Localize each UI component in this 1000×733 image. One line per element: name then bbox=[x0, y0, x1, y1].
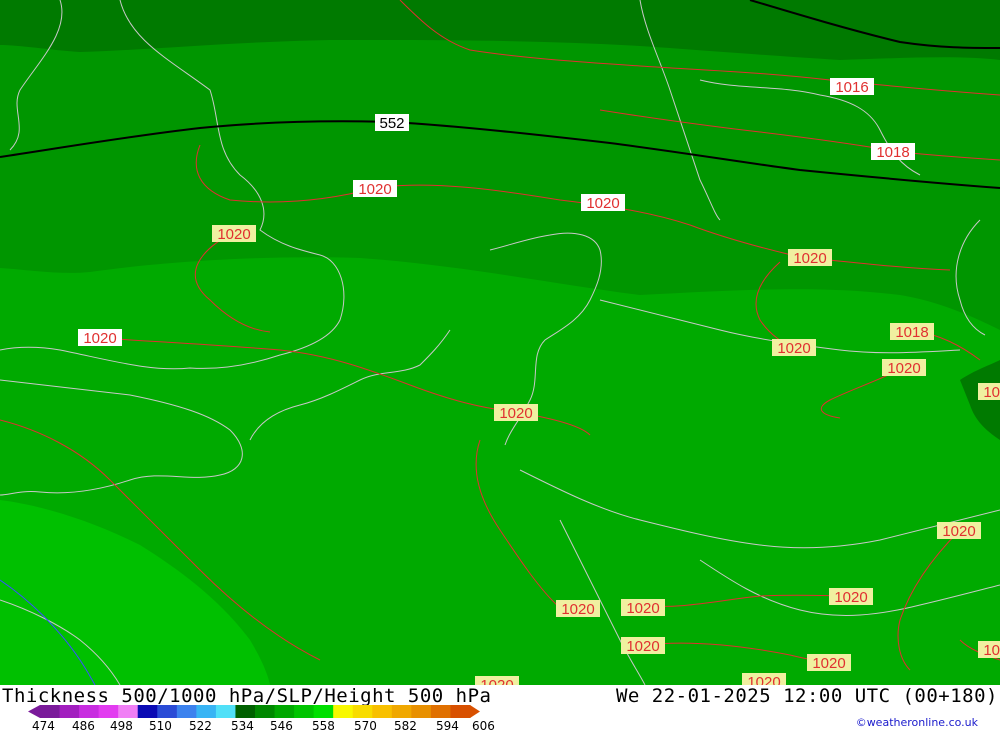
isobar-label-text: 1020 bbox=[834, 589, 867, 606]
weather-map: 552 1016 1018 1020 1020 1020 1020 1020 1018 1020… bbox=[0, 0, 1000, 685]
isobar-label: 1020 bbox=[353, 180, 397, 198]
thickness-label: 552 bbox=[375, 114, 409, 132]
scale-swatch bbox=[274, 705, 295, 718]
isobar-label: 1020 bbox=[494, 404, 538, 422]
scale-tick-label: 594 bbox=[436, 719, 459, 733]
isobar-label-text: 1020 bbox=[499, 405, 532, 422]
isobar-label-text: 1020 bbox=[812, 655, 845, 672]
isobar-label-text: 1020 bbox=[793, 250, 826, 267]
scale-swatch bbox=[352, 705, 373, 718]
isobar-label: 1020 bbox=[882, 359, 926, 377]
isobar-label-text: 1020 bbox=[747, 674, 780, 685]
isobar-label: 1018 bbox=[890, 323, 934, 341]
scale-swatch bbox=[313, 705, 334, 718]
scale-swatch bbox=[176, 705, 197, 718]
scale-swatch bbox=[411, 705, 432, 718]
scale-tick-label: 498 bbox=[110, 719, 133, 733]
isobar-label-text: 1020 bbox=[480, 677, 513, 685]
scale-tick-label: 522 bbox=[189, 719, 212, 733]
scale-swatch bbox=[255, 705, 276, 718]
footer: Thickness 500/1000 hPa/SLP/Height 500 hP… bbox=[0, 685, 1000, 733]
scale-tick-label: 510 bbox=[149, 719, 172, 733]
isobar-label: 1020 bbox=[978, 383, 1000, 401]
scale-swatch bbox=[294, 705, 315, 718]
isobar-label: 1020 bbox=[621, 599, 665, 617]
isobar-label-text: 1020 bbox=[626, 638, 659, 655]
scale-tick-label: 474 bbox=[32, 719, 55, 733]
isobar-label: 1020 bbox=[212, 225, 256, 243]
scale-swatch bbox=[157, 705, 178, 718]
scale-swatch bbox=[215, 705, 236, 718]
isobar-label-text: 1020 bbox=[983, 642, 1000, 659]
scale-swatch bbox=[450, 705, 471, 718]
scale-swatch bbox=[235, 705, 256, 718]
scale-swatch bbox=[98, 705, 119, 718]
thickness-label-text: 552 bbox=[379, 115, 404, 132]
scale-tick-label: 570 bbox=[354, 719, 377, 733]
isobar-label-text: 1020 bbox=[561, 601, 594, 618]
isobar-label: 1018 bbox=[871, 143, 915, 161]
scale-swatch bbox=[118, 705, 139, 718]
isobar-label: 1020 bbox=[937, 522, 981, 540]
scale-swatch bbox=[372, 705, 393, 718]
scale-tick-label: 558 bbox=[312, 719, 335, 733]
isobar-label: 1020 bbox=[978, 641, 1000, 659]
scale-swatch bbox=[59, 705, 80, 718]
scale-swatch bbox=[79, 705, 100, 718]
isobar-label: 1020 bbox=[742, 673, 786, 685]
isobar-label: 1020 bbox=[807, 654, 851, 672]
isobar-label-text: 1020 bbox=[887, 360, 920, 377]
scale-swatch bbox=[430, 705, 451, 718]
scale-swatch bbox=[333, 705, 354, 718]
isobar-label: 1020 bbox=[556, 600, 600, 618]
scale-arrow-right bbox=[470, 705, 480, 718]
scale-tick-label: 486 bbox=[72, 719, 95, 733]
scale-swatch bbox=[391, 705, 412, 718]
isobar-label: 1020 bbox=[829, 588, 873, 606]
isobar-label: 1020 bbox=[621, 637, 665, 655]
scale-tick-label: 582 bbox=[394, 719, 417, 733]
scale-tick-label: 546 bbox=[270, 719, 293, 733]
isobar-label-text: 1018 bbox=[876, 144, 909, 161]
scale-swatch bbox=[40, 705, 61, 718]
isobar-label-text: 1020 bbox=[83, 330, 116, 347]
valid-time: We 22-01-2025 12:00 UTC (00+180) bbox=[615, 685, 998, 707]
isobar-label: 1016 bbox=[830, 78, 874, 96]
isobar-label-text: 1020 bbox=[983, 384, 1000, 401]
scale-swatch bbox=[196, 705, 217, 718]
isobar-label-text: 1020 bbox=[626, 600, 659, 617]
scale-swatch bbox=[137, 705, 158, 718]
isobar-label: 1020 bbox=[581, 194, 625, 212]
isobar-label: 1020 bbox=[78, 329, 122, 347]
scale-tick-label: 534 bbox=[231, 719, 254, 733]
credit-link[interactable]: ©weatheronline.co.uk bbox=[856, 716, 978, 729]
isobar-label-text: 1016 bbox=[835, 79, 868, 96]
isobar-label: 1020 bbox=[475, 676, 519, 685]
scale-arrow-left bbox=[28, 705, 40, 718]
isobar-label-text: 1020 bbox=[586, 195, 619, 212]
isobar-label-text: 1020 bbox=[942, 523, 975, 540]
isobar-label-text: 1020 bbox=[217, 226, 250, 243]
isobar-label: 1020 bbox=[772, 339, 816, 357]
isobar-label-text: 1020 bbox=[358, 181, 391, 198]
isobar-label-text: 1020 bbox=[777, 340, 810, 357]
scale-tick-label: 606 bbox=[472, 719, 495, 733]
isobar-label: 1020 bbox=[788, 249, 832, 267]
isobar-label-text: 1018 bbox=[895, 324, 928, 341]
